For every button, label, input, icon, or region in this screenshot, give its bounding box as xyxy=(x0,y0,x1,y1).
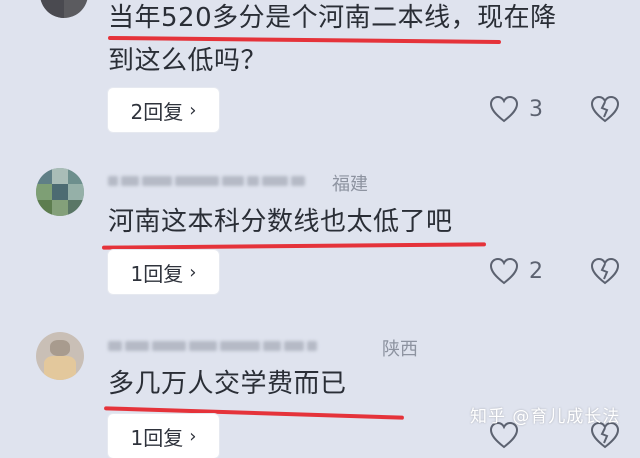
heart-icon xyxy=(489,257,519,285)
dislike-button[interactable] xyxy=(590,257,620,289)
region-label: 陕西 xyxy=(382,339,418,360)
reply-count: 2回复 xyxy=(130,99,184,124)
username-obscured[interactable] xyxy=(108,176,305,186)
heart-icon xyxy=(489,95,519,123)
dislike-button[interactable] xyxy=(590,95,620,127)
region-label: 福建 xyxy=(332,174,368,195)
like-count: 3 xyxy=(529,96,543,122)
chevron-right-icon: › xyxy=(189,425,197,447)
like-button[interactable]: 3 xyxy=(489,95,543,123)
chevron-right-icon: › xyxy=(189,99,197,121)
avatar[interactable] xyxy=(36,332,84,380)
reply-button[interactable]: 1回复 › xyxy=(108,414,219,458)
reply-button[interactable]: 1回复 › xyxy=(108,250,219,294)
broken-heart-icon xyxy=(590,95,620,123)
like-count: 2 xyxy=(529,258,543,284)
comment-text-continued: 到这么低吗？ xyxy=(108,46,268,76)
reply-button[interactable]: 2回复 › xyxy=(108,88,219,132)
comment-text: 多几万人交学费而已 xyxy=(108,369,347,399)
chevron-right-icon: › xyxy=(189,261,197,283)
username-obscured[interactable] xyxy=(108,341,317,351)
watermark: 知乎 @育儿成长法 xyxy=(470,407,621,427)
avatar[interactable] xyxy=(40,0,88,18)
broken-heart-icon xyxy=(590,257,620,285)
like-button[interactable]: 2 xyxy=(489,257,543,285)
comment-text: 当年520多分是个河南二本线，现在降 xyxy=(108,3,557,33)
highlight-underline xyxy=(101,242,487,250)
avatar[interactable] xyxy=(36,168,84,216)
comment-text: 河南这本科分数线也太低了吧 xyxy=(108,207,453,237)
reply-count: 1回复 xyxy=(130,261,184,286)
reply-count: 1回复 xyxy=(130,425,184,450)
